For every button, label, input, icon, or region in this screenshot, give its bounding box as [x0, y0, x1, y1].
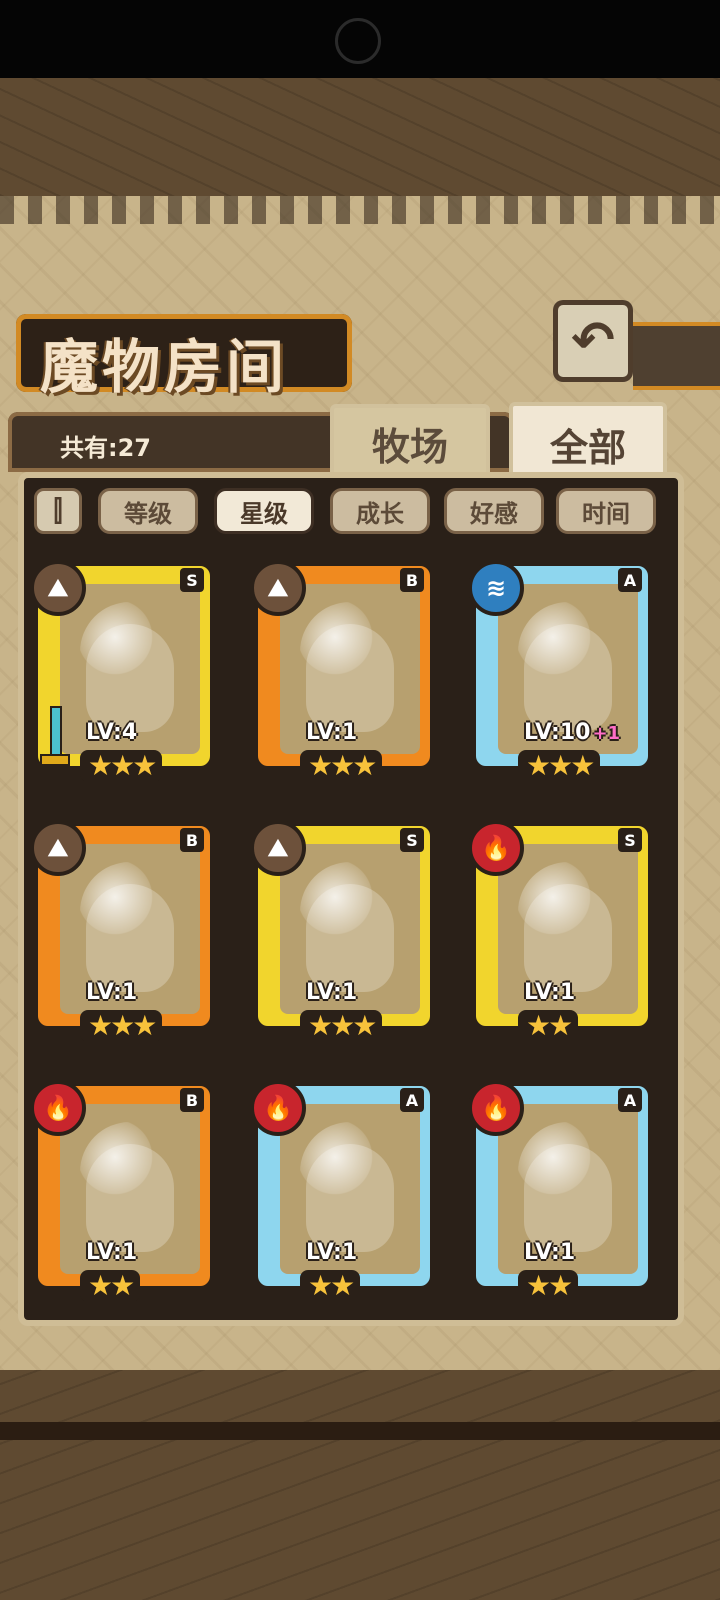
grade-badge: S — [618, 828, 642, 852]
sort-order-button[interactable]: ⫿ — [34, 488, 82, 534]
grade-badge: S — [180, 568, 204, 592]
star-rating: ★★ — [518, 1010, 579, 1042]
star-rating: ★★★ — [80, 750, 163, 782]
status-bar — [0, 0, 720, 78]
level-value: LV:1 — [306, 720, 358, 745]
star-rating: ★★★ — [518, 750, 601, 782]
grade-badge: S — [400, 828, 424, 852]
level-value: LV:1 — [524, 980, 576, 1005]
monster-card[interactable]: A 🔥 LV:1 ★★ — [250, 1080, 430, 1302]
earth-element-icon: ⛰ — [250, 560, 306, 616]
star-rating: ★★★ — [300, 1010, 383, 1042]
level-label: LV:10 +1 — [524, 720, 620, 745]
page-title-banner: 魔物房间 — [16, 314, 352, 401]
filter-affection-button[interactable]: 好感 — [444, 488, 544, 534]
grade-badge: A — [618, 1088, 642, 1112]
monster-card[interactable]: S ⛰ LV:1 ★★★ — [250, 820, 430, 1042]
earth-element-icon: ⛰ — [250, 820, 306, 876]
level-label: LV:1 — [306, 1240, 357, 1265]
level-label: LV:1 — [524, 1240, 575, 1265]
level-label: LV:1 — [86, 1240, 137, 1265]
monster-card[interactable]: A ≋ LV:10 +1 ★★★ — [468, 560, 648, 782]
page-title: 魔物房间 — [40, 333, 289, 401]
header-rail — [633, 322, 720, 390]
grade-badge: B — [180, 1088, 204, 1112]
tab-ranch[interactable]: 牧场 — [330, 404, 490, 482]
monster-card[interactable]: B ⛰ LV:1 ★★★ — [30, 820, 210, 1042]
filter-time-button[interactable]: 时间 — [556, 488, 656, 534]
level-label: LV:1 — [86, 980, 137, 1005]
monster-card[interactable]: S ⛰ LV:4 ★★★ — [30, 560, 210, 782]
monster-card[interactable]: B ⛰ LV:1 ★★★ — [250, 560, 430, 782]
level-bonus: +1 — [592, 723, 621, 744]
grade-badge: B — [180, 828, 204, 852]
grade-badge: A — [400, 1088, 424, 1112]
sword-icon — [36, 706, 70, 776]
level-value: LV:1 — [524, 1240, 576, 1265]
fire-element-icon: 🔥 — [468, 1080, 524, 1136]
grade-badge: B — [400, 568, 424, 592]
grade-badge: A — [618, 568, 642, 592]
camera-cutout — [335, 18, 381, 64]
monster-count: 共有:27 — [60, 434, 151, 462]
star-rating: ★★★ — [300, 750, 383, 782]
star-rating: ★★ — [300, 1270, 361, 1302]
filter-level-button[interactable]: 等级 — [98, 488, 198, 534]
monster-card[interactable]: S 🔥 LV:1 ★★ — [468, 820, 648, 1042]
filter-growth-button[interactable]: 成长 — [330, 488, 430, 534]
monster-card[interactable]: B 🔥 LV:1 ★★ — [30, 1080, 210, 1302]
back-arrow-icon: ↶ — [571, 311, 615, 371]
star-rating: ★★ — [80, 1270, 141, 1302]
level-value: LV:1 — [306, 980, 358, 1005]
level-label: LV:1 — [306, 720, 357, 745]
earth-element-icon: ⛰ — [30, 560, 86, 616]
level-label: LV:4 — [86, 720, 137, 745]
star-rating: ★★★ — [80, 1010, 163, 1042]
back-button[interactable]: ↶ — [553, 300, 633, 382]
earth-element-icon: ⛰ — [30, 820, 86, 876]
map-border-bottom — [0, 1370, 720, 1600]
level-label: LV:1 — [306, 980, 357, 1005]
level-value: LV:10 — [524, 720, 591, 745]
level-value: LV:1 — [306, 1240, 358, 1265]
sort-order-icon: ⫿ — [53, 494, 63, 527]
fire-element-icon: 🔥 — [468, 820, 524, 876]
level-value: LV:1 — [86, 1240, 138, 1265]
filter-star-button[interactable]: 星级 — [214, 488, 314, 534]
level-label: LV:1 — [524, 980, 575, 1005]
star-rating: ★★ — [518, 1270, 579, 1302]
fire-element-icon: 🔥 — [250, 1080, 306, 1136]
water-element-icon: ≋ — [468, 560, 524, 616]
level-value: LV:4 — [86, 720, 138, 745]
level-value: LV:1 — [86, 980, 138, 1005]
map-border-top — [0, 78, 720, 204]
filter-bar: ⫿ 等级 星级 成长 好感 时间 — [34, 488, 674, 538]
fire-element-icon: 🔥 — [30, 1080, 86, 1136]
monster-card[interactable]: A 🔥 LV:1 ★★ — [468, 1080, 648, 1302]
